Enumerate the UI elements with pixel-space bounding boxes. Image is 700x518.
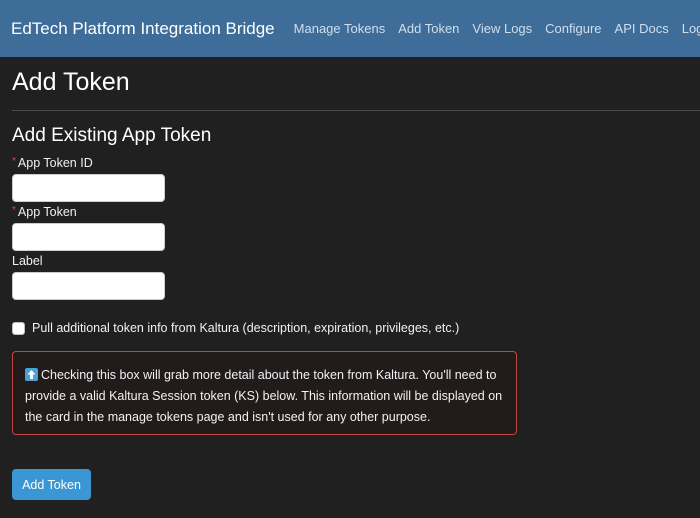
add-token-submit-button[interactable]: Add Token — [12, 469, 91, 500]
app-token-id-input[interactable] — [12, 174, 165, 202]
label-input[interactable] — [12, 272, 165, 300]
nav-links: Manage Tokens Add Token View Logs Config… — [294, 21, 700, 36]
nav-link-add-token[interactable]: Add Token — [398, 21, 459, 36]
app-token-input[interactable] — [12, 223, 165, 251]
up-arrow-icon — [25, 368, 38, 381]
nav-link-logout[interactable]: Logout — [682, 21, 700, 36]
app-token-id-label-text: App Token ID — [17, 156, 93, 170]
brand-title[interactable]: EdTech Platform Integration Bridge — [11, 19, 275, 39]
title-divider — [12, 110, 700, 111]
pull-info-row: Pull additional token info from Kaltura … — [12, 321, 459, 335]
app-token-id-label: * App Token ID — [12, 156, 93, 170]
top-navbar: EdTech Platform Integration Bridge Manag… — [0, 0, 700, 57]
info-alert-text: Checking this box will grab more detail … — [25, 368, 503, 424]
nav-link-manage-tokens[interactable]: Manage Tokens — [294, 21, 386, 36]
section-title: Add Existing App Token — [12, 125, 212, 146]
required-asterisk: * — [12, 205, 16, 216]
app-token-label: * App Token — [12, 205, 77, 219]
nav-link-configure[interactable]: Configure — [545, 21, 601, 36]
pull-info-label[interactable]: Pull additional token info from Kaltura … — [32, 321, 459, 335]
nav-link-view-logs[interactable]: View Logs — [472, 21, 532, 36]
pull-info-checkbox[interactable] — [12, 321, 25, 335]
app-token-label-text: App Token — [17, 205, 77, 219]
nav-link-api-docs[interactable]: API Docs — [615, 21, 669, 36]
label-field-label: Label — [12, 254, 43, 268]
required-asterisk: * — [12, 156, 16, 167]
page-title: Add Token — [12, 68, 130, 96]
info-alert-box: Checking this box will grab more detail … — [12, 351, 517, 435]
